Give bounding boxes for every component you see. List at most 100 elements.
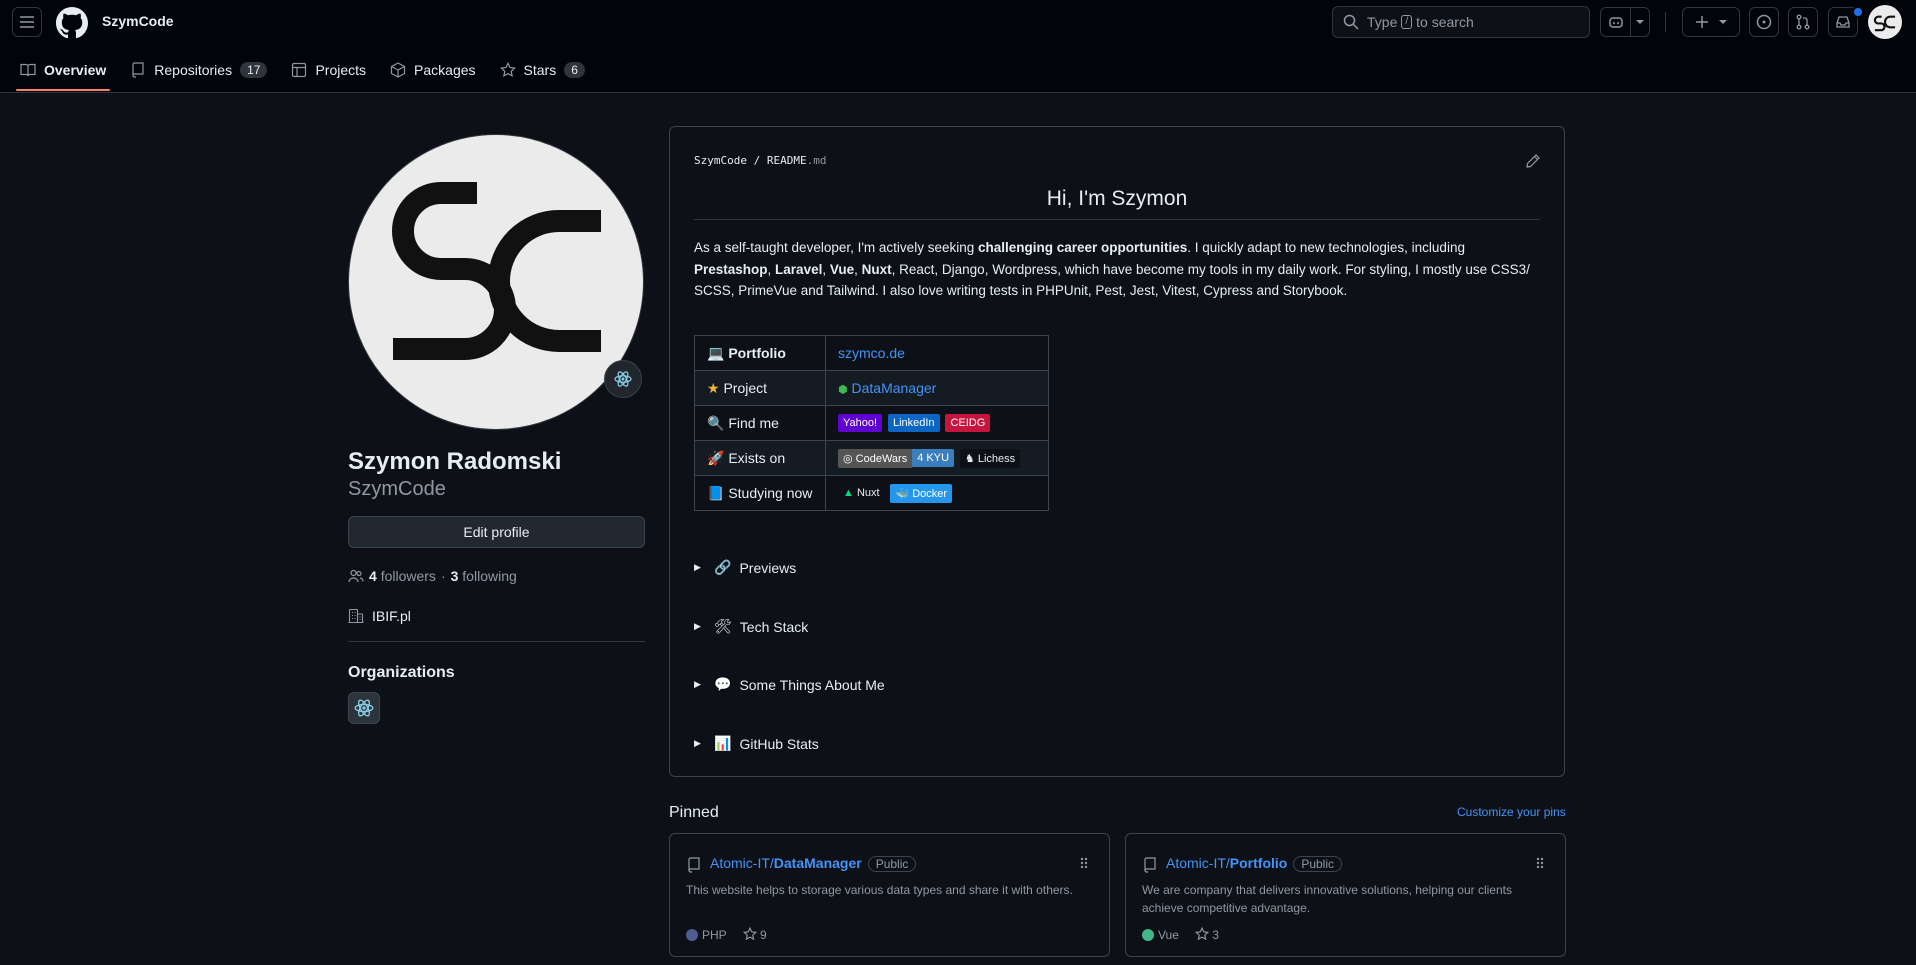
- tab-stars[interactable]: Stars 6: [488, 50, 597, 90]
- details-tech-stack[interactable]: ▶ 🛠 Tech Stack: [694, 618, 808, 635]
- repo-icon: [1144, 857, 1156, 873]
- search-icon: [1343, 14, 1359, 30]
- profile-readme: SzymCode / README.md Hi, I'm Szymon As a…: [669, 126, 1565, 777]
- organizations-heading: Organizations: [348, 664, 455, 681]
- context-title[interactable]: SzymCode: [102, 13, 174, 29]
- repo-language: PHP: [686, 928, 727, 942]
- lichess-badge[interactable]: ♞ Lichess: [959, 448, 1021, 468]
- triangle-right-icon: ▶: [694, 562, 701, 572]
- repo-icon: [688, 857, 700, 873]
- atom-icon: [354, 699, 374, 717]
- tab-repositories[interactable]: Repositories 17: [118, 50, 279, 90]
- tab-label: Projects: [315, 62, 367, 78]
- project-link[interactable]: DataManager: [852, 380, 937, 396]
- cube-icon: ⬢: [838, 384, 848, 396]
- star-icon: [1194, 926, 1209, 941]
- book-icon: [20, 63, 36, 77]
- achievement-org-badge[interactable]: [604, 360, 642, 398]
- readme-owner-link[interactable]: SzymCode: [694, 154, 747, 167]
- notification-indicator: [1852, 6, 1864, 18]
- issues-button[interactable]: [1749, 7, 1779, 37]
- stars-count-badge: 6: [564, 62, 585, 78]
- details-about-me[interactable]: ▶ 💬 Some Things About Me: [694, 676, 885, 693]
- repo-count-badge: 17: [240, 62, 268, 78]
- repo-language: Vue: [1142, 928, 1179, 942]
- profile-company: IBIF.pl: [348, 608, 411, 624]
- repo-stars-link[interactable]: 3: [1194, 926, 1219, 942]
- github-logo-icon[interactable]: [56, 7, 88, 39]
- triangle-right-icon: ▶: [694, 679, 701, 689]
- drag-handle-icon[interactable]: [1079, 856, 1089, 870]
- codewars-rank-badge[interactable]: 4 KYU: [912, 449, 955, 467]
- edit-profile-button[interactable]: Edit profile: [348, 516, 645, 548]
- search-shortcut-key: /: [1401, 15, 1413, 29]
- profile-full-name: Szymon Radomski: [348, 448, 562, 475]
- copilot-dropdown-button[interactable]: [1631, 8, 1649, 36]
- repo-link[interactable]: Atomic-IT/DataManager Public: [710, 855, 917, 872]
- repo-link[interactable]: Atomic-IT/Portfolio Public: [1166, 855, 1343, 872]
- search-prefix: Type: [1367, 14, 1398, 30]
- followers-link[interactable]: 4 followers: [369, 568, 436, 584]
- atom-icon: [614, 371, 632, 387]
- plus-icon: [1696, 16, 1708, 28]
- customize-pins-link[interactable]: Customize your pins: [1457, 805, 1566, 819]
- table-row: ★ Project ⬢ DataManager: [694, 370, 1049, 406]
- book-emoji-icon: 📘: [707, 484, 725, 501]
- follow-stats: 4 followers · 3 following: [348, 568, 517, 584]
- drag-handle-icon[interactable]: [1535, 856, 1545, 870]
- triangle-right-icon: ▶: [694, 621, 701, 631]
- tab-overview[interactable]: Overview: [8, 50, 118, 91]
- package-icon: [390, 62, 406, 78]
- tab-packages[interactable]: Packages: [378, 50, 487, 90]
- rocket-icon: 🚀: [707, 449, 725, 466]
- tab-label: Packages: [414, 62, 476, 78]
- repo-icon: [132, 62, 144, 78]
- nuxt-badge[interactable]: ▲ Nuxt: [838, 484, 885, 502]
- following-link[interactable]: 3 following: [451, 568, 517, 584]
- magnifier-icon: 🔍: [707, 414, 725, 431]
- copilot-icon: [1608, 17, 1623, 28]
- visibility-badge: Public: [867, 856, 917, 872]
- create-new-button[interactable]: [1682, 7, 1740, 37]
- star-icon: [499, 62, 516, 78]
- people-icon: [348, 569, 364, 583]
- copilot-button-group: [1600, 7, 1650, 37]
- organization-avatar[interactable]: [348, 692, 380, 724]
- linkedin-badge[interactable]: LinkedIn: [887, 414, 940, 433]
- codewars-badge[interactable]: ◎ CodeWars: [838, 448, 913, 468]
- edit-readme-button[interactable]: [1525, 153, 1541, 172]
- table-row: 🚀 Exists on ◎ CodeWars 4 KYU ♞ Lichess: [694, 440, 1049, 476]
- copilot-button[interactable]: [1601, 8, 1630, 36]
- tab-projects[interactable]: Projects: [279, 50, 378, 90]
- menu-button[interactable]: [12, 7, 42, 37]
- organization-icon: [348, 608, 364, 624]
- user-avatar-button[interactable]: [1868, 5, 1902, 39]
- sc-logo-icon: [1873, 15, 1896, 32]
- profile-tabs: Overview Repositories 17 Projects Packag…: [8, 50, 597, 92]
- issue-opened-icon: [1756, 14, 1772, 30]
- pull-requests-button[interactable]: [1788, 7, 1818, 37]
- star-icon: [742, 926, 757, 941]
- repo-stars-link[interactable]: 9: [742, 926, 767, 942]
- triangle-down-icon: [1719, 20, 1727, 24]
- portfolio-link[interactable]: szymco.de: [838, 345, 905, 361]
- tab-label: Overview: [44, 62, 107, 78]
- repo-description: We are company that delivers innovative …: [1142, 883, 1512, 915]
- profile-avatar[interactable]: [348, 134, 644, 430]
- triangle-right-icon: ▶: [694, 738, 701, 748]
- table-row: 💻 Portfolio szymco.de: [694, 335, 1049, 371]
- repo-meta: PHP 9: [686, 926, 767, 942]
- table-row: 📘 Studying now ▲ Nuxt 🐳 Docker: [694, 475, 1049, 511]
- readme-path: SzymCode / README.md: [694, 154, 827, 167]
- details-github-stats[interactable]: ▶ 📊 GitHub Stats: [694, 735, 819, 752]
- triangle-down-icon: [1636, 20, 1644, 24]
- details-previews[interactable]: ▶ 🔗 Previews: [694, 559, 796, 576]
- pencil-icon: [1526, 154, 1540, 168]
- yahoo-badge[interactable]: Yahoo!: [838, 414, 883, 433]
- docker-badge[interactable]: 🐳 Docker: [890, 483, 953, 503]
- ceidg-badge[interactable]: CEIDG: [945, 414, 991, 433]
- company-name: IBIF.pl: [372, 608, 411, 624]
- readme-info-table: 💻 Portfolio szymco.de ★ Project ⬢ DataMa…: [694, 335, 1049, 511]
- search-input[interactable]: Type / to search: [1332, 6, 1590, 38]
- repo-description: This website helps to storage various da…: [686, 883, 1073, 897]
